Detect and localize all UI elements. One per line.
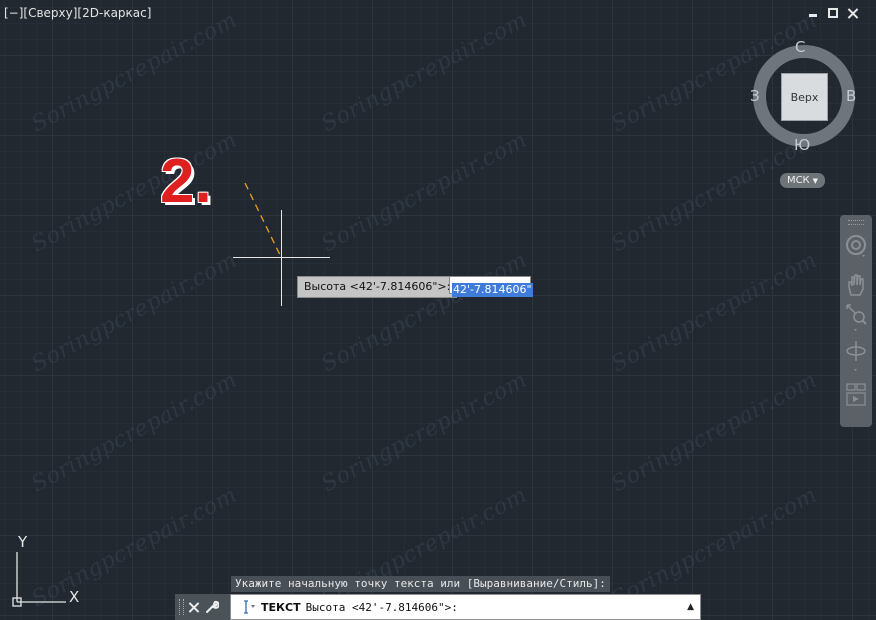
- watermark-text: Soringpcrepair.com: [27, 367, 242, 498]
- ucs-y-label: Y: [17, 533, 28, 551]
- watermark-text: Soringpcrepair.com: [317, 247, 532, 378]
- viewport-controls-label[interactable]: [−][Сверху][2D-каркас]: [4, 6, 151, 20]
- command-prompt-text: Высота <42'-7.814606">:: [305, 600, 458, 614]
- watermark-text: Soringpcrepair.com: [27, 7, 242, 138]
- watermark-text: Soringpcrepair.com: [317, 367, 532, 498]
- wrench-icon[interactable]: [205, 600, 219, 614]
- command-prompt-icon[interactable]: [243, 600, 257, 614]
- viewport-window-controls: [808, 8, 858, 18]
- watermark-text: Soringpcrepair.com: [317, 127, 532, 258]
- compass-south[interactable]: Ю: [794, 136, 810, 154]
- wcs-dropdown[interactable]: МСК ▼: [780, 173, 825, 188]
- watermark-text: Soringpcrepair.com: [607, 247, 822, 378]
- command-line-toolbar: [175, 594, 230, 620]
- command-line-input[interactable]: ТЕКСТ Высота <42'-7.814606">: ▲: [230, 594, 701, 620]
- maximize-icon[interactable]: [828, 8, 838, 18]
- step-number-annotation: 2.: [160, 147, 212, 216]
- compass-west[interactable]: З: [750, 87, 760, 105]
- watermark-text: Soringpcrepair.com: [317, 7, 532, 138]
- watermark-text: Soringpcrepair.com: [607, 367, 822, 498]
- close-icon[interactable]: [189, 602, 200, 613]
- dynamic-input-value[interactable]: 42'-7.814606": [452, 283, 533, 297]
- navigation-bar: [840, 215, 872, 427]
- watermark-text: Soringpcrepair.com: [317, 482, 532, 613]
- pan-hand-icon[interactable]: [845, 273, 867, 297]
- close-icon[interactable]: [848, 8, 858, 18]
- command-name: ТЕКСТ: [261, 600, 301, 614]
- showmotion-icon[interactable]: [845, 383, 867, 407]
- wcs-label: МСК: [786, 175, 810, 186]
- command-history-line: Укажите начальную точку текста или [Выра…: [231, 576, 610, 592]
- chevron-down-icon: ▼: [812, 176, 819, 185]
- viewcube-top-face[interactable]: Верх: [781, 73, 828, 121]
- compass-east[interactable]: В: [846, 87, 856, 105]
- steering-wheel-icon[interactable]: [845, 233, 867, 259]
- watermark-text: Soringpcrepair.com: [607, 482, 822, 613]
- ucs-icon: Y X: [12, 533, 79, 607]
- orbit-icon[interactable]: [845, 339, 867, 373]
- ucs-x-label: X: [69, 588, 79, 606]
- grip-handle[interactable]: [179, 599, 184, 615]
- dynamic-input-prompt: Высота <42'-7.814606">:: [297, 276, 458, 298]
- watermark-text: Soringpcrepair.com: [27, 247, 242, 378]
- compass-north[interactable]: С: [795, 38, 805, 56]
- zoom-icon[interactable]: [845, 303, 867, 333]
- minimize-icon[interactable]: [808, 8, 818, 18]
- crosshair-vertical: [281, 210, 282, 306]
- dynamic-input-field[interactable]: 42'-7.814606": [449, 276, 533, 297]
- grip-handle[interactable]: [848, 220, 864, 225]
- recent-commands-arrow-icon[interactable]: ▲: [687, 602, 694, 612]
- watermark-text: Soringpcrepair.com: [607, 127, 822, 258]
